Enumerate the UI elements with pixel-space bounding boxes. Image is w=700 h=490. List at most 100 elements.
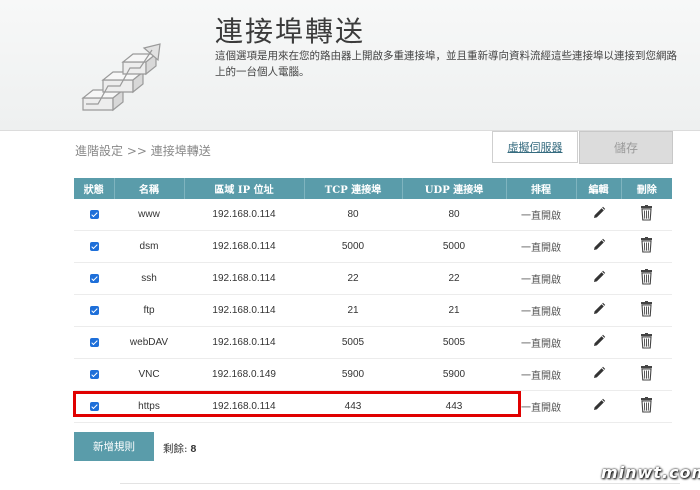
delete-cell[interactable] — [621, 326, 672, 359]
edit-cell[interactable] — [576, 390, 621, 423]
pencil-icon[interactable] — [592, 302, 606, 319]
enabled-checkbox[interactable] — [89, 337, 99, 347]
schedule-cell: 一直開啟 — [506, 262, 576, 295]
add-rule-button[interactable]: 新增規則 — [74, 432, 154, 461]
edit-cell[interactable] — [576, 294, 621, 327]
pencil-icon[interactable] — [592, 206, 606, 223]
divider — [120, 483, 680, 484]
table-row: ftp 192.168.0.114 21 21 一直開啟 — [74, 294, 672, 327]
table-row: www 192.168.0.114 80 80 一直開啟 — [74, 199, 672, 231]
remaining-label: 剩餘: — [163, 443, 188, 455]
trash-icon[interactable] — [640, 205, 653, 224]
save-button[interactable]: 儲存 — [579, 131, 673, 164]
enabled-checkbox[interactable] — [89, 209, 99, 219]
tcp-cell: 5005 — [304, 326, 402, 359]
schedule-cell: 一直開啟 — [506, 230, 576, 263]
column-header-status: 狀態 — [74, 178, 115, 199]
column-header-name: 名稱 — [114, 178, 185, 199]
trash-icon[interactable] — [640, 365, 653, 384]
name-cell: www — [114, 199, 184, 231]
breadcrumb: 進階設定 >> 連接埠轉送 — [75, 144, 211, 158]
udp-cell: 80 — [402, 199, 506, 231]
ip-cell: 192.168.0.149 — [184, 358, 304, 391]
trash-icon[interactable] — [640, 301, 653, 320]
enabled-checkbox[interactable] — [89, 241, 99, 251]
edit-cell[interactable] — [576, 326, 621, 359]
column-header-edit: 編輯 — [576, 178, 622, 199]
table-row: dsm 192.168.0.114 5000 5000 一直開啟 — [74, 230, 672, 263]
column-header-ip: 區域 IP 位址 — [184, 178, 305, 199]
edit-cell[interactable] — [576, 230, 621, 263]
udp-cell: 5000 — [402, 230, 506, 263]
status-cell[interactable] — [74, 199, 114, 231]
tcp-cell: 80 — [304, 199, 402, 231]
table-header-row: 狀態 名稱 區域 IP 位址 TCP 連接埠 UDP 連接埠 排程 編輯 刪除 — [74, 178, 672, 199]
name-cell: VNC — [114, 358, 184, 391]
status-cell[interactable] — [74, 294, 114, 327]
table-row: ssh 192.168.0.114 22 22 一直開啟 — [74, 262, 672, 295]
page-title: 連接埠轉送 — [215, 15, 366, 48]
tcp-cell: 5000 — [304, 230, 402, 263]
ip-cell: 192.168.0.114 — [184, 294, 304, 327]
page-header: 連接埠轉送 這個選項是用來在您的路由器上開啟多重連接埠，並且重新導向資料流經這些… — [0, 0, 700, 131]
name-cell: dsm — [114, 230, 184, 263]
status-cell[interactable] — [74, 230, 114, 263]
table-row: VNC 192.168.0.149 5900 5900 一直開啟 — [74, 358, 672, 391]
delete-cell[interactable] — [621, 390, 672, 423]
pencil-icon[interactable] — [592, 270, 606, 287]
tcp-cell: 5900 — [304, 358, 402, 391]
schedule-cell: 一直開啟 — [506, 294, 576, 327]
pencil-icon[interactable] — [592, 366, 606, 383]
status-cell[interactable] — [74, 262, 114, 295]
remaining-count: 8 — [190, 443, 197, 455]
stairs-arrow-icon — [81, 43, 161, 112]
name-cell: ftp — [114, 294, 184, 327]
status-cell[interactable] — [74, 358, 114, 391]
name-cell: ssh — [114, 262, 184, 295]
trash-icon[interactable] — [640, 333, 653, 352]
schedule-cell: 一直開啟 — [506, 199, 576, 231]
watermark: minwt.com — [601, 463, 700, 482]
trash-icon[interactable] — [640, 237, 653, 256]
column-header-udp: UDP 連接埠 — [402, 178, 507, 199]
schedule-cell: 一直開啟 — [506, 358, 576, 391]
pencil-icon[interactable] — [592, 334, 606, 351]
edit-cell[interactable] — [576, 199, 621, 231]
delete-cell[interactable] — [621, 230, 672, 263]
column-header-delete: 刪除 — [621, 178, 672, 199]
ip-cell: 192.168.0.114 — [184, 230, 304, 263]
delete-cell[interactable] — [621, 262, 672, 295]
ip-cell: 192.168.0.114 — [184, 326, 304, 359]
schedule-cell: 一直開啟 — [506, 326, 576, 359]
tcp-cell: 21 — [304, 294, 402, 327]
enabled-checkbox[interactable] — [89, 305, 99, 315]
status-cell[interactable] — [74, 326, 114, 359]
enabled-checkbox[interactable] — [89, 273, 99, 283]
virtual-server-button[interactable]: 虛擬伺服器 — [492, 131, 578, 163]
page-description: 這個選項是用來在您的路由器上開啟多重連接埠，並且重新導向資料流經這些連接埠以連接… — [215, 50, 677, 78]
ip-cell: 192.168.0.114 — [184, 199, 304, 231]
enabled-checkbox[interactable] — [89, 369, 99, 379]
port-forwarding-table: 狀態 名稱 區域 IP 位址 TCP 連接埠 UDP 連接埠 排程 編輯 刪除 … — [74, 178, 672, 423]
udp-cell: 5005 — [402, 326, 506, 359]
tcp-cell: 22 — [304, 262, 402, 295]
remaining-rules: 剩餘: 8 — [163, 441, 196, 456]
pencil-icon[interactable] — [592, 238, 606, 255]
highlight-box — [73, 391, 521, 417]
udp-cell: 21 — [402, 294, 506, 327]
trash-icon[interactable] — [640, 269, 653, 288]
edit-cell[interactable] — [576, 262, 621, 295]
delete-cell[interactable] — [621, 358, 672, 391]
ip-cell: 192.168.0.114 — [184, 262, 304, 295]
name-cell: webDAV — [114, 326, 184, 359]
column-header-tcp: TCP 連接埠 — [304, 178, 403, 199]
edit-cell[interactable] — [576, 358, 621, 391]
column-header-schedule: 排程 — [506, 178, 577, 199]
delete-cell[interactable] — [621, 294, 672, 327]
table-row: webDAV 192.168.0.114 5005 5005 一直開啟 — [74, 326, 672, 359]
delete-cell[interactable] — [621, 199, 672, 231]
udp-cell: 22 — [402, 262, 506, 295]
trash-icon[interactable] — [640, 397, 653, 416]
pencil-icon[interactable] — [592, 398, 606, 415]
udp-cell: 5900 — [402, 358, 506, 391]
